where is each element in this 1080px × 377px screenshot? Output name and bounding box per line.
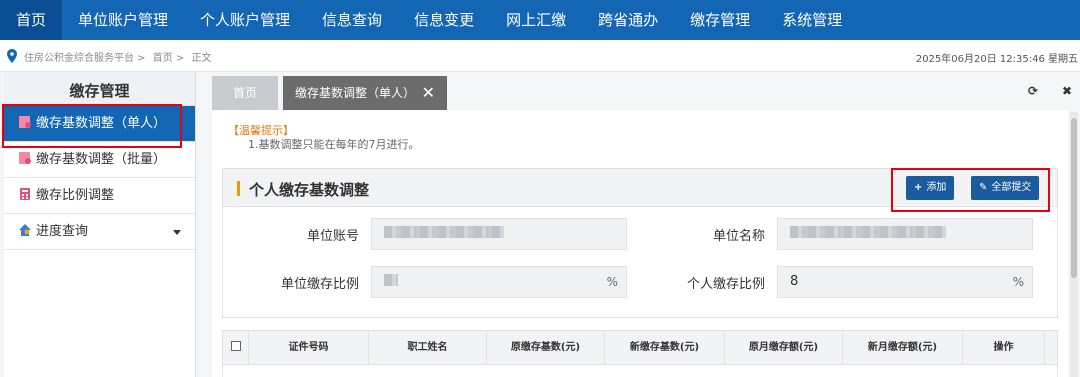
main-content: 首页 缴存基数调整（单人） ✕ ⟳ ✖ 【温馨提示】 1.基数调整只能在每年的7… xyxy=(212,72,1080,377)
current-datetime: 2025年06月20日 12:35:46 星期五 xyxy=(915,54,1078,65)
location-pin-icon xyxy=(7,49,17,63)
redacted-unit-name xyxy=(790,226,946,238)
unit-account-field xyxy=(371,218,627,250)
nav-cross-province[interactable]: 跨省通办 xyxy=(582,0,674,40)
employee-table: 证件号码 职工姓名 原缴存基数(元) 新缴存基数(元) 原月缴存额(元) 新月缴… xyxy=(222,330,1058,377)
nav-system-management[interactable]: 系统管理 xyxy=(766,0,858,40)
breadcrumb-bar: 住房公积金综合服务平台 > 首页 > 正文 2025年06月20日 12:35:… xyxy=(0,40,1080,72)
nav-unit-account[interactable]: 单位账户管理 xyxy=(62,0,184,40)
card-title: 个人缴存基数调整 xyxy=(249,181,370,199)
breadcrumb-home[interactable]: 首页 > xyxy=(153,53,185,64)
sidebar-item-label: 进度查询 xyxy=(36,224,89,239)
column-header-actions: 操作 xyxy=(963,331,1045,364)
percent-unit: % xyxy=(1012,275,1024,289)
unit-ratio-label: 单位缴存比例 xyxy=(280,277,359,292)
breadcrumb-current: 正文 xyxy=(191,53,212,64)
sidebar-item-ratio-adjust[interactable]: 缴存比例调整 xyxy=(4,178,195,214)
redacted-unit-account xyxy=(384,226,504,238)
personal-ratio-label: 个人缴存比例 xyxy=(686,277,765,292)
tip-text: 1.基数调整只能在每年的7月进行。 xyxy=(248,138,420,151)
unit-name-label: 单位名称 xyxy=(712,229,765,244)
nav-home[interactable]: 首页 xyxy=(0,0,63,40)
personal-ratio-value: 8 xyxy=(790,274,799,289)
tab-home[interactable]: 首页 xyxy=(212,76,278,110)
nav-online-payment[interactable]: 网上汇缴 xyxy=(490,0,582,40)
nav-personal-account[interactable]: 个人账户管理 xyxy=(184,0,306,40)
select-all-checkbox[interactable] xyxy=(223,331,249,364)
sidebar-item-label: 缴存基数调整（批量） xyxy=(36,152,167,167)
tab-single-base-adjust[interactable]: 缴存基数调整（单人） ✕ xyxy=(283,76,447,110)
table-header: 证件号码 职工姓名 原缴存基数(元) 新缴存基数(元) 原月缴存额(元) 新月缴… xyxy=(223,331,1057,365)
sidebar-item-progress-query[interactable]: 进度查询 xyxy=(4,214,195,250)
highlight-box-sidebar xyxy=(2,104,182,148)
accent-bar xyxy=(237,181,240,196)
unit-ratio-field: % xyxy=(371,266,627,298)
scrollbar-thumb[interactable] xyxy=(1071,118,1077,278)
nav-info-change[interactable]: 信息变更 xyxy=(398,0,490,40)
column-header-old-base: 原缴存基数(元) xyxy=(487,331,605,364)
sidebar-title: 缴存管理 xyxy=(4,72,195,106)
column-header-id-number: 证件号码 xyxy=(249,331,369,364)
scrollbar[interactable] xyxy=(1070,112,1078,377)
checkbox-icon xyxy=(230,341,241,351)
home-search-icon xyxy=(19,224,31,236)
column-header-new-base: 新缴存基数(元) xyxy=(605,331,725,364)
redacted-unit-ratio xyxy=(384,274,398,286)
nav-deposit-management[interactable]: 缴存管理 xyxy=(674,0,766,40)
unit-account-label: 单位账号 xyxy=(306,229,359,244)
refresh-icon[interactable]: ⟳ xyxy=(1028,84,1038,98)
breadcrumb-platform[interactable]: 住房公积金综合服务平台 > xyxy=(24,53,146,64)
close-icon[interactable]: ✕ xyxy=(422,76,435,110)
nav-info-query[interactable]: 信息查询 xyxy=(306,0,398,40)
top-nav: 首页 单位账户管理 个人账户管理 信息查询 信息变更 网上汇缴 跨省通办 缴存管… xyxy=(0,0,1080,40)
percent-unit: % xyxy=(606,275,618,289)
document-group-icon xyxy=(19,152,31,164)
unit-name-field xyxy=(777,218,1033,250)
breadcrumb: 住房公积金综合服务平台 > 首页 > 正文 xyxy=(24,49,216,64)
content-panel: 【温馨提示】 1.基数调整只能在每年的7月进行。 个人缴存基数调整 + 添加 ✎ 全… xyxy=(212,110,1068,377)
calculator-icon xyxy=(20,188,30,200)
sidebar-item-label: 缴存比例调整 xyxy=(36,188,115,203)
personal-ratio-field: 8 % xyxy=(777,266,1033,298)
column-header-new-monthly: 新月缴存额(元) xyxy=(843,331,963,364)
tab-label: 缴存基数调整（单人） xyxy=(295,86,416,100)
highlight-box-buttons xyxy=(891,168,1050,212)
close-all-icon[interactable]: ✖ xyxy=(1062,84,1072,98)
column-header-name: 职工姓名 xyxy=(369,331,487,364)
column-header-old-monthly: 原月缴存额(元) xyxy=(725,331,843,364)
chevron-down-icon xyxy=(173,230,181,235)
